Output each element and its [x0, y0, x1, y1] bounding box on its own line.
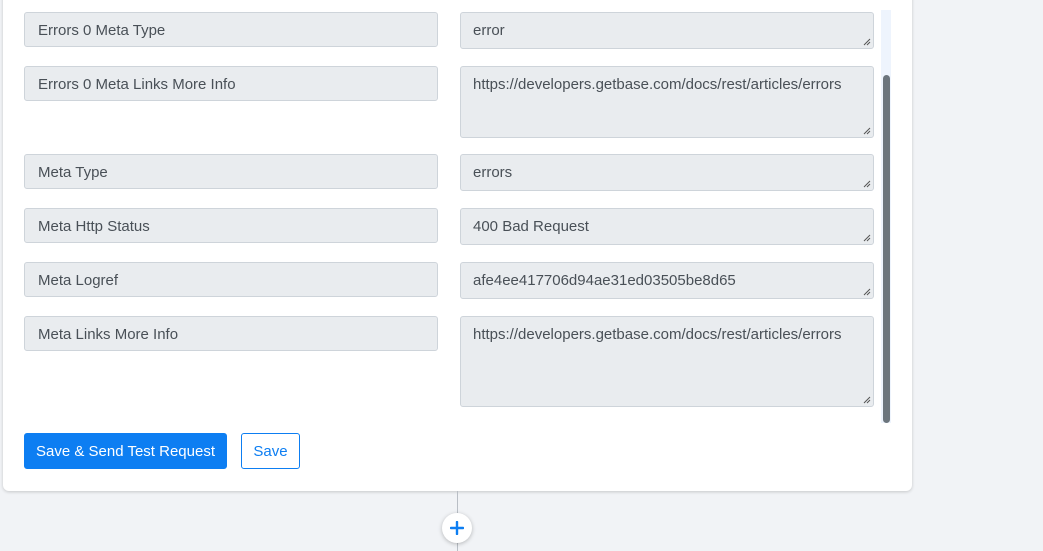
field-value-meta-type[interactable]: errors [460, 154, 874, 191]
scrollbar-thumb[interactable] [883, 75, 890, 423]
field-label-meta-logref: Meta Logref [24, 262, 438, 297]
field-label-meta-type: Meta Type [24, 154, 438, 189]
resize-grip-icon[interactable] [863, 396, 871, 404]
resize-grip-icon[interactable] [863, 288, 871, 296]
add-step-button[interactable] [442, 513, 472, 543]
resize-grip-icon[interactable] [863, 127, 871, 135]
resize-grip-icon[interactable] [863, 180, 871, 188]
field-value-meta-links-more-info[interactable]: https://developers.getbase.com/docs/rest… [460, 316, 874, 407]
field-value-meta-logref[interactable]: afe4ee417706d94ae31ed03505be8d65 [460, 262, 874, 299]
flow-connector-line [457, 491, 458, 513]
field-value-meta-http-status[interactable]: 400 Bad Request [460, 208, 874, 245]
field-label-meta-links-more-info: Meta Links More Info [24, 316, 438, 351]
field-value-text: errors [473, 164, 513, 181]
field-value-text: afe4ee417706d94ae31ed03505be8d65 [473, 272, 736, 289]
field-value-text: https://developers.getbase.com/docs/rest… [473, 76, 842, 93]
field-value-text: 400 Bad Request [473, 218, 589, 235]
field-label-errors-0-meta-links-more-info: Errors 0 Meta Links More Info [24, 66, 438, 101]
flow-connector-line [457, 543, 458, 551]
field-value-errors-0-meta-type[interactable]: error [460, 12, 874, 49]
resize-grip-icon[interactable] [863, 234, 871, 242]
save-button[interactable]: Save [241, 433, 300, 469]
field-value-errors-0-meta-links-more-info[interactable]: https://developers.getbase.com/docs/rest… [460, 66, 874, 138]
field-value-text: error [473, 22, 505, 39]
plus-icon [450, 521, 464, 535]
save-and-send-test-request-button[interactable]: Save & Send Test Request [24, 433, 227, 469]
field-label-meta-http-status: Meta Http Status [24, 208, 438, 243]
field-label-errors-0-meta-type: Errors 0 Meta Type [24, 12, 438, 47]
resize-grip-icon[interactable] [863, 38, 871, 46]
field-value-text: https://developers.getbase.com/docs/rest… [473, 326, 842, 343]
